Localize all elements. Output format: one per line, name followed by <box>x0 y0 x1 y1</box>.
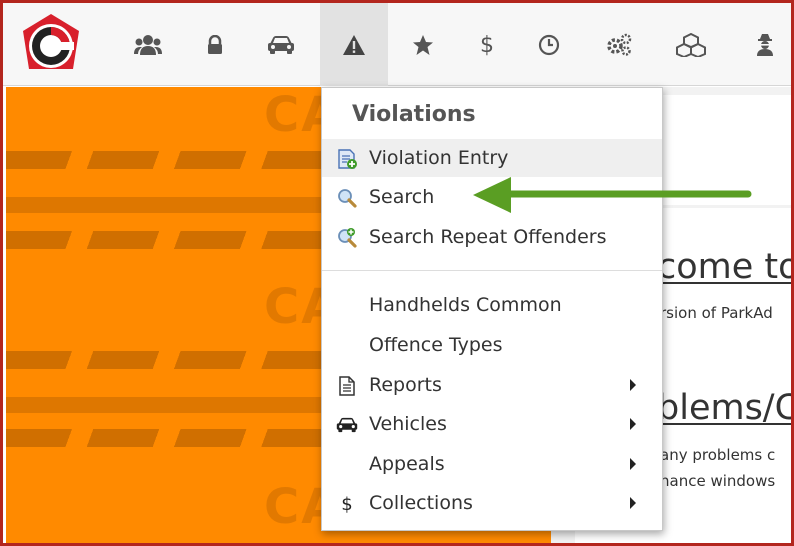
nav-modules[interactable] <box>659 3 723 86</box>
welcome-heading[interactable]: come to <box>657 247 791 287</box>
welcome-text: rsion of ParkAd <box>660 304 773 322</box>
dollar-icon: $ <box>480 33 494 58</box>
nav-users[interactable] <box>116 3 180 86</box>
nav-officers[interactable] <box>733 3 791 86</box>
menu-divider <box>322 270 662 271</box>
nav-favorites[interactable] <box>391 3 455 86</box>
car-icon <box>336 414 358 436</box>
problems-text-line2: nance windows <box>660 472 776 490</box>
nav-settings[interactable] <box>587 3 651 86</box>
lock-icon <box>208 34 222 54</box>
menu-item-label: Offence Types <box>369 334 503 356</box>
file-text-icon <box>336 375 358 397</box>
problems-text-line1: any problems c <box>660 446 776 464</box>
nav-car[interactable] <box>249 3 313 86</box>
car-icon <box>268 35 294 54</box>
submenu-arrow-icon <box>630 418 636 430</box>
magnifier-add-icon <box>336 227 358 249</box>
user-secret-icon <box>757 33 773 56</box>
menu-item-label: Handhelds Common <box>369 294 562 316</box>
submenu-arrow-icon <box>630 497 636 509</box>
menu-item-reports[interactable]: Reports <box>322 366 662 404</box>
clock-icon <box>538 34 560 55</box>
logo-icon <box>23 14 79 69</box>
menu-item-violation-entry[interactable]: Violation Entry <box>322 139 662 177</box>
top-nav-bar: $ <box>3 3 791 86</box>
menu-item-label: Vehicles <box>369 413 447 435</box>
nav-history[interactable] <box>517 3 581 86</box>
magnifier-icon <box>336 187 358 209</box>
app-frame: $ CA CA CA come to rsion of ParkAd blems… <box>0 0 794 546</box>
submenu-arrow-icon <box>630 379 636 391</box>
menu-item-vehicles[interactable]: Vehicles <box>322 405 662 443</box>
svg-text:$: $ <box>480 33 494 58</box>
document-add-icon <box>336 148 358 170</box>
app-logo[interactable] <box>17 11 85 79</box>
problems-heading[interactable]: blems/C <box>657 388 791 428</box>
menu-item-offence-types[interactable]: Offence Types <box>322 326 662 364</box>
svg-text:$: $ <box>341 494 352 515</box>
star-icon <box>413 34 433 55</box>
submenu-arrow-icon <box>630 458 636 470</box>
nav-finance[interactable]: $ <box>455 3 519 86</box>
menu-item-label: Appeals <box>369 453 445 475</box>
annotation-arrow-icon <box>473 177 752 213</box>
cubes-icon <box>676 32 706 57</box>
dollar-icon: $ <box>336 493 358 515</box>
menu-item-search-repeat-offenders[interactable]: Search Repeat Offenders <box>322 218 662 256</box>
menu-item-handhelds-common[interactable]: Handhelds Common <box>322 286 662 324</box>
nav-lock[interactable] <box>183 3 247 86</box>
menu-title: Violations <box>352 102 476 127</box>
menu-item-label: Collections <box>369 492 473 514</box>
warning-icon <box>343 34 365 55</box>
gears-icon <box>607 33 632 56</box>
menu-item-label: Reports <box>369 374 442 396</box>
violations-dropdown-menu: Violations Violation Entry Search Search… <box>321 87 663 531</box>
menu-item-label: Search <box>369 186 435 208</box>
users-icon <box>134 34 162 55</box>
menu-item-label: Violation Entry <box>369 147 509 169</box>
menu-item-appeals[interactable]: Appeals <box>322 445 662 483</box>
menu-item-label: Search Repeat Offenders <box>369 226 607 248</box>
menu-item-collections[interactable]: $ Collections <box>322 484 662 522</box>
nav-violations[interactable] <box>320 3 388 86</box>
